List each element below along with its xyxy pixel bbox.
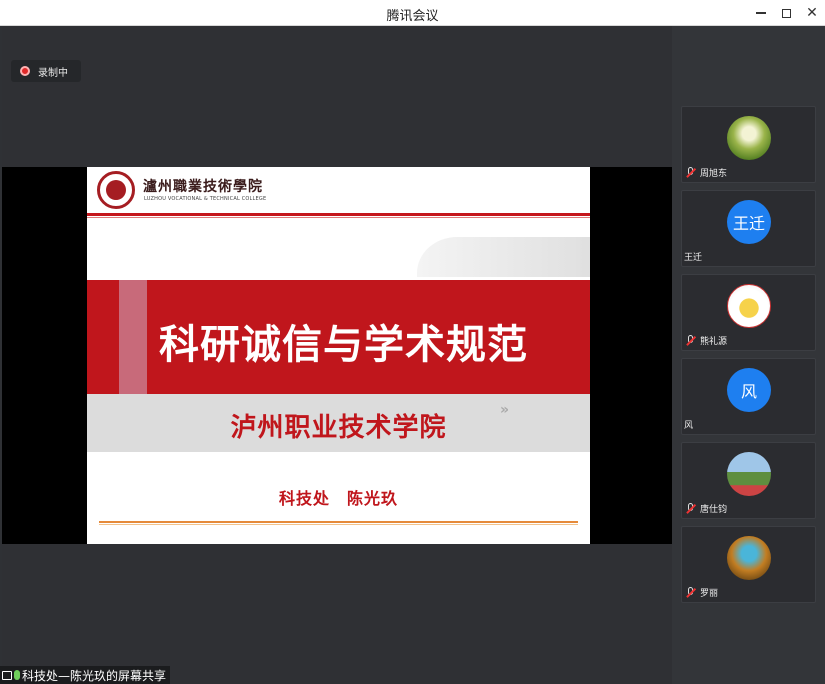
slide-title: 科研诚信与学术规范 (159, 322, 528, 368)
slide-footer-line (99, 521, 578, 523)
minimize-icon (756, 12, 766, 14)
participant-tile[interactable]: 周旭东 (681, 106, 816, 183)
participant-tile[interactable]: 熊礼源 (681, 274, 816, 351)
participant-name: 周旭东 (700, 168, 728, 179)
shared-slide: 瀘州職業技術學院 LUZHOU VOCATIONAL & TECHNICAL C… (87, 167, 590, 544)
maximize-icon (781, 8, 791, 18)
mic-muted-icon (684, 334, 697, 347)
close-icon: ✕ (806, 5, 818, 21)
record-icon (20, 66, 30, 76)
avatar: 风 (727, 368, 771, 412)
avatar (727, 116, 771, 160)
screen-share-icon (2, 670, 12, 680)
mic-muted-icon (684, 502, 697, 515)
participant-tile[interactable]: 罗丽 (681, 526, 816, 603)
avatar: 王迁 (727, 200, 771, 244)
school-name-cn: 瀘州職業技術學院 (143, 179, 263, 195)
title-bar: 腾讯会议 ✕ (0, 0, 825, 26)
participant-name: 风 (684, 420, 694, 431)
avatar (727, 284, 771, 328)
close-button[interactable]: ✕ (797, 0, 825, 26)
participant-tile[interactable]: 王迁 王迁 (681, 190, 816, 267)
slide-divider (87, 213, 590, 216)
participant-tile[interactable]: 唐仕钧 (681, 442, 816, 519)
school-name-en: LUZHOU VOCATIONAL & TECHNICAL COLLEGE (144, 196, 267, 202)
participant-name: 熊礼源 (700, 336, 728, 347)
slide-subtitle: 泸州职业技术学院 (230, 413, 447, 443)
avatar (727, 536, 771, 580)
participant-name: 罗丽 (700, 588, 719, 599)
slide-decoration (417, 237, 590, 277)
participant-name: 唐仕钧 (700, 504, 728, 515)
school-logo (97, 171, 135, 209)
avatar (727, 452, 771, 496)
mic-icon (14, 670, 20, 680)
participant-name: 王迁 (684, 252, 703, 263)
participant-tile[interactable]: 风 风 (681, 358, 816, 435)
meeting-window: 腾讯会议 ✕ 录制中 瀘州職業技術學院 LUZHOU VOCATIONAL & … (0, 0, 825, 684)
mic-muted-icon (684, 586, 697, 599)
screen-share-text: 科技处—陈光玖的屏幕共享 (22, 668, 167, 683)
mic-muted-icon (684, 166, 697, 179)
chevron-icon: » (500, 402, 510, 418)
recording-label: 录制中 (38, 67, 68, 79)
window-title: 腾讯会议 (386, 9, 439, 24)
screen-share-label[interactable]: 科技处—陈光玖的屏幕共享 (0, 666, 171, 684)
participant-panel: 周旭东 王迁 王迁 熊礼源 风 风 唐仕钧 罗丽 (672, 26, 825, 684)
slide-presenter: 科技处 陈光玖 (278, 489, 398, 508)
recording-badge[interactable]: 录制中 (11, 60, 81, 82)
